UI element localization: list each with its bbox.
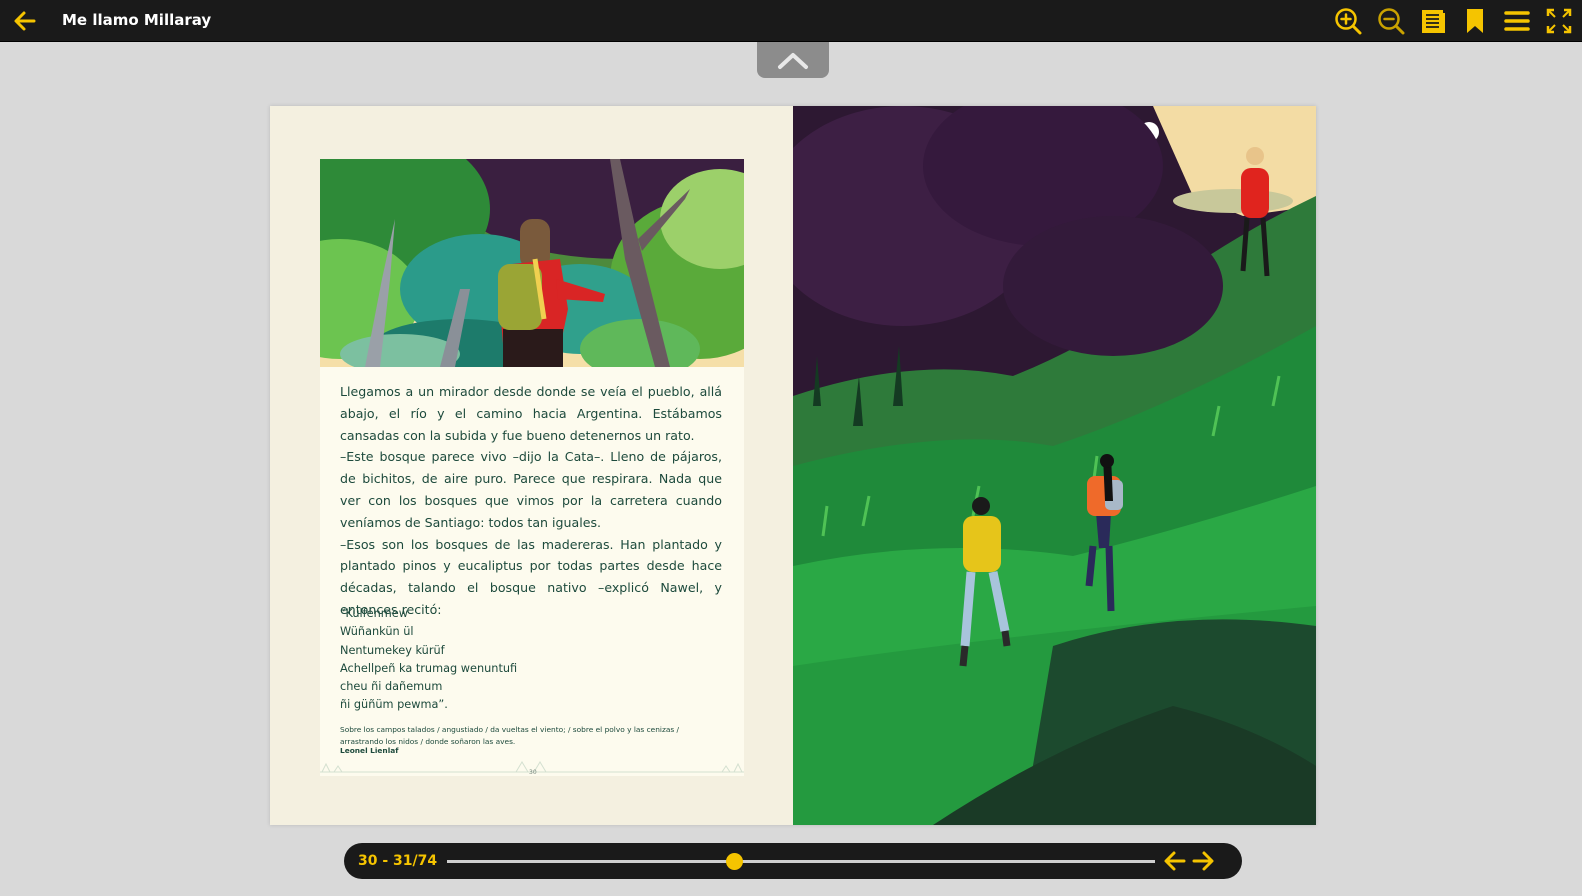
story-paragraph: Llegamos a un mirador desde donde se veí… bbox=[340, 384, 722, 443]
translation-line: Sobre los campos talados / angustiado / … bbox=[340, 725, 680, 734]
poem-line: “Kulfenmew bbox=[340, 607, 408, 620]
menu-button[interactable] bbox=[1502, 6, 1532, 36]
fullscreen-button[interactable] bbox=[1544, 6, 1574, 36]
poem-author: Leonel Lienlaf bbox=[340, 746, 399, 755]
poem-line: Wüñankün ül bbox=[340, 625, 414, 639]
left-page: Llegamos a un mirador desde donde se veí… bbox=[270, 106, 793, 825]
arrow-left-icon bbox=[14, 11, 36, 31]
page-navigation-bar: 30 - 31/74 bbox=[344, 843, 1242, 879]
story-text: Llegamos a un mirador desde donde se veí… bbox=[340, 381, 722, 621]
poem-line: Achellpeñ ka trumag wenuntufi bbox=[340, 661, 518, 675]
zoom-out-icon bbox=[1378, 8, 1405, 35]
zoom-in-button[interactable] bbox=[1333, 6, 1363, 36]
page-slider[interactable] bbox=[447, 853, 1155, 870]
fullscreen-icon bbox=[1546, 8, 1572, 34]
menu-icon bbox=[1504, 11, 1530, 31]
page-slider-thumb[interactable] bbox=[725, 853, 743, 870]
book-title: Me llamo Millaray bbox=[62, 11, 212, 29]
story-paragraph: –Este bosque parece vivo –dijo la Cata–.… bbox=[340, 449, 722, 530]
back-button[interactable] bbox=[10, 6, 40, 36]
poem-line: ñi güñüm pewma”. bbox=[340, 698, 448, 712]
page-content: Llegamos a un mirador desde donde se veí… bbox=[320, 159, 744, 776]
bookmark-icon bbox=[1467, 9, 1483, 33]
page-number: 30 bbox=[529, 769, 537, 776]
chevron-up-icon bbox=[778, 53, 808, 69]
zoom-out-button[interactable] bbox=[1376, 6, 1406, 36]
bookmark-button[interactable] bbox=[1460, 6, 1490, 36]
right-page-illustration bbox=[793, 106, 1316, 825]
top-bar: Me llamo Millaray bbox=[0, 0, 1582, 42]
previous-page-button[interactable] bbox=[1162, 848, 1188, 874]
poem-line: cheu ñi dañemum bbox=[340, 680, 443, 694]
table-of-contents-button[interactable] bbox=[1418, 6, 1448, 36]
poem: “Kulfenmew Wüñankün ül Nentumekey kürüf … bbox=[340, 605, 517, 715]
poem-line: Nentumekey kürüf bbox=[340, 643, 445, 657]
translation-line: arrastrando los nidos / donde soñaron la… bbox=[340, 736, 516, 746]
zoom-in-icon bbox=[1335, 8, 1362, 35]
table-of-contents-icon bbox=[1422, 10, 1445, 33]
collapse-toolbar-button[interactable] bbox=[757, 42, 829, 78]
next-page-button[interactable] bbox=[1190, 848, 1216, 874]
arrow-left-icon bbox=[1164, 851, 1186, 871]
forest-illustration bbox=[320, 159, 744, 367]
book-spread[interactable]: Llegamos a un mirador desde donde se veí… bbox=[270, 106, 1316, 825]
page-indicator: 30 - 31/74 bbox=[358, 853, 438, 869]
arrow-right-icon bbox=[1192, 851, 1214, 871]
poem-translation: Sobre los campos talados / angustiado / … bbox=[340, 724, 730, 747]
